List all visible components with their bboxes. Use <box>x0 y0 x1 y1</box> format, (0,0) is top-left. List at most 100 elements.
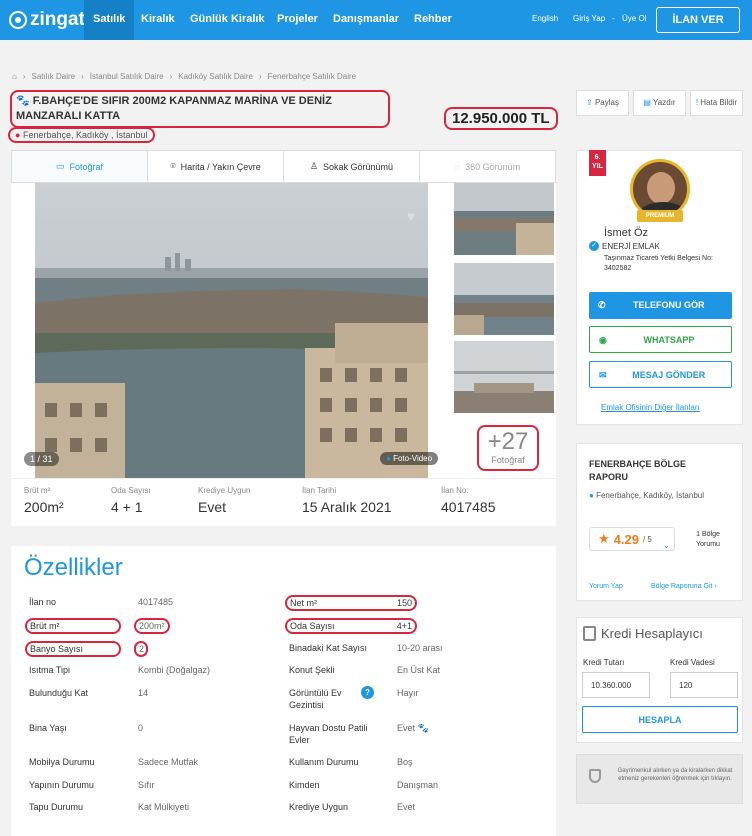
photo-counter: 1 / 31 <box>24 452 59 466</box>
media-tabs: ▭ Fotoğraf ⌾ Harita / Yakın Çevre ♙ Sokak G… <box>11 150 556 183</box>
prev-arrow-icon[interactable]: ‹ <box>25 318 32 341</box>
breadcrumb-item[interactable]: Kadıköy Satılık Daire <box>178 72 253 81</box>
nav-login[interactable]: Giriş Yap <box>573 0 605 40</box>
location-pin-icon: ● <box>589 491 594 500</box>
feature-value: 10-20 arası <box>397 643 443 653</box>
print-button[interactable]: ▤ Yazdır <box>633 90 686 116</box>
more-photos-button[interactable]: +27 Fotoğraf <box>477 425 539 471</box>
feature-key: Brüt m² <box>25 618 121 634</box>
credit-term-label: Kredi Vadesi <box>670 658 715 667</box>
features-section: Özellikler İlan no 4017485 Brüt m² 200m²… <box>11 546 556 836</box>
nav-english[interactable]: English <box>532 0 558 40</box>
stat-value: 4 + 1 <box>111 499 143 515</box>
feature-value: Kat Mülkiyeti <box>138 802 190 812</box>
thumbnail-2[interactable] <box>454 263 554 335</box>
safety-notice[interactable]: Gayrimenkul alırken ya da kiralarken dik… <box>576 754 743 804</box>
region-report-link[interactable]: Bölge Raporuna Git › <box>651 583 717 590</box>
feature-value: 200m² <box>134 618 170 634</box>
stat-label: Brüt m² <box>24 486 51 495</box>
premium-badge: PREMIUM <box>637 210 683 222</box>
agent-card: 6. YIL PREMIUM İsmet Öz ✓ ENERJİ EMLAK Taş… <box>576 150 743 425</box>
feature-key: Yapının Durumu <box>29 780 94 790</box>
ilan-ver-button[interactable]: İLAN VER <box>656 7 740 33</box>
stat-label: Oda Sayısı <box>111 486 151 495</box>
phone-icon: ✆ <box>598 300 606 310</box>
nav-rehber[interactable]: Rehber <box>414 0 452 40</box>
breadcrumb-item[interactable]: Satılık Daire <box>32 72 76 81</box>
feature-key: Krediye Uygun <box>289 802 349 812</box>
thumbnail-3[interactable] <box>454 341 554 413</box>
stat-label: Krediye Uygun <box>198 486 251 495</box>
credit-title: Kredi Hesaplayıcı <box>583 626 703 641</box>
listing-location: ● Fenerbahçe, Kadıköy , İstanbul <box>8 127 155 143</box>
tab-street-view[interactable]: ♙ Sokak Görünümü <box>284 151 420 182</box>
next-arrow-icon[interactable]: › <box>427 318 434 341</box>
credit-term-input[interactable] <box>670 672 738 698</box>
feature-value: Evet 🐾 <box>397 723 429 733</box>
location-pin-icon: ● <box>15 130 21 140</box>
mail-icon: ✉ <box>599 370 607 380</box>
feature-key: Tapu Durumu <box>29 802 84 812</box>
show-phone-button[interactable]: ✆ TELEFONU GÖR <box>589 292 732 319</box>
chevron-down-icon[interactable]: ⌄ <box>663 541 670 550</box>
feature-key: Oda Sayısı 4+1 <box>285 618 417 634</box>
calculate-button[interactable]: HESAPLA <box>582 706 738 733</box>
photo-video-button[interactable]: ● Foto-Video <box>380 452 439 465</box>
nav-satilik[interactable]: Satılık <box>84 0 135 40</box>
verified-check-icon: ✓ <box>589 241 599 251</box>
region-reviews[interactable]: 1 Bölge Yorumu <box>685 530 731 550</box>
feature-key: Net m² 150 <box>285 595 417 611</box>
stat-value: 200m² <box>24 499 64 515</box>
share-button[interactable]: ⇪ Paylaş <box>576 90 629 116</box>
star-icon: ★ <box>598 531 610 546</box>
feature-value: Sadece Mutfak <box>138 757 199 767</box>
nav-sep: - <box>612 14 615 23</box>
agent-name[interactable]: İsmet Öz <box>604 227 648 239</box>
paw-icon: 🐾 <box>16 95 30 107</box>
tab-360: ◌ 360 Görünüm <box>454 161 521 172</box>
other-listings-link[interactable]: Emlak Ofisinin Diğer İlanları <box>601 403 700 412</box>
report-button[interactable]: ! Hata Bildir <box>690 90 743 116</box>
thumbnail-1[interactable] <box>454 183 554 255</box>
nav-danismanlar[interactable]: Danışmanlar <box>333 0 399 40</box>
favorite-heart-icon[interactable]: ♥ <box>407 208 415 224</box>
listing-title: 🐾 F.BAHÇE'DE SIFIR 200M2 KAPANMAZ MARİNA… <box>10 90 390 128</box>
top-nav: zingat Satılık Kiralık Günlük Kiralık Pr… <box>0 0 752 40</box>
breadcrumb-item[interactable]: İstanbul Satılık Daire <box>90 72 164 81</box>
breadcrumb-item[interactable]: Fenerbahçe Satılık Daire <box>268 72 357 81</box>
feature-value: 2 <box>134 641 148 657</box>
tab-photo[interactable]: ▭ Fotoğraf <box>12 151 148 182</box>
paw-icon: 🐾 <box>417 723 429 733</box>
feature-value: 14 <box>138 688 149 698</box>
photo-gallery: ‹ › ♥ 1 / 31 ● Foto-Video +27 Fotoğraf <box>11 183 556 478</box>
nav-register[interactable]: Üye Ol <box>622 0 646 40</box>
tab-map[interactable]: ⌾ Harita / Yakın Çevre <box>148 151 284 182</box>
feature-key: Mobilya Durumu <box>29 757 95 767</box>
calculator-icon <box>583 626 596 641</box>
stat-value: 4017485 <box>441 499 496 515</box>
alert-icon: ! <box>695 98 699 107</box>
print-icon: ▤ <box>643 98 651 107</box>
nav-gunluk-kiralik[interactable]: Günlük Kiralık <box>190 0 265 40</box>
listing-price: 12.950.000 TL <box>444 107 558 130</box>
whatsapp-button[interactable]: ◉ WHATSAPP <box>589 326 732 353</box>
send-message-button[interactable]: ✉ MESAJ GÖNDER <box>589 361 732 388</box>
license-number: Taşınmaz Ticareti Yetki Belgesi No: 3402… <box>604 255 713 272</box>
nav-kiralik[interactable]: Kiralık <box>141 0 175 40</box>
zingat-logo[interactable]: zingat <box>9 9 85 31</box>
whatsapp-icon: ◉ <box>599 335 607 345</box>
nav-projeler[interactable]: Projeler <box>277 0 318 40</box>
help-icon[interactable]: ? <box>361 686 374 699</box>
agency-name: ✓ ENERJİ EMLAK <box>589 241 660 251</box>
stat-value: 15 Aralık 2021 <box>302 499 392 515</box>
feature-value: 0 <box>138 723 144 733</box>
feature-key: Kullanım Durumu <box>289 757 359 767</box>
home-icon[interactable]: ⌂ <box>12 72 17 81</box>
features-title: Özellikler <box>24 554 123 581</box>
credit-amount-input[interactable] <box>582 672 650 698</box>
main-photo[interactable] <box>35 183 428 478</box>
write-review-link[interactable]: Yorum Yap <box>589 583 623 590</box>
region-title: FENERBAHÇE BÖLGE RAPORU <box>589 459 687 482</box>
stat-value: Evet <box>198 499 227 515</box>
360-icon: ◌ <box>454 161 461 172</box>
